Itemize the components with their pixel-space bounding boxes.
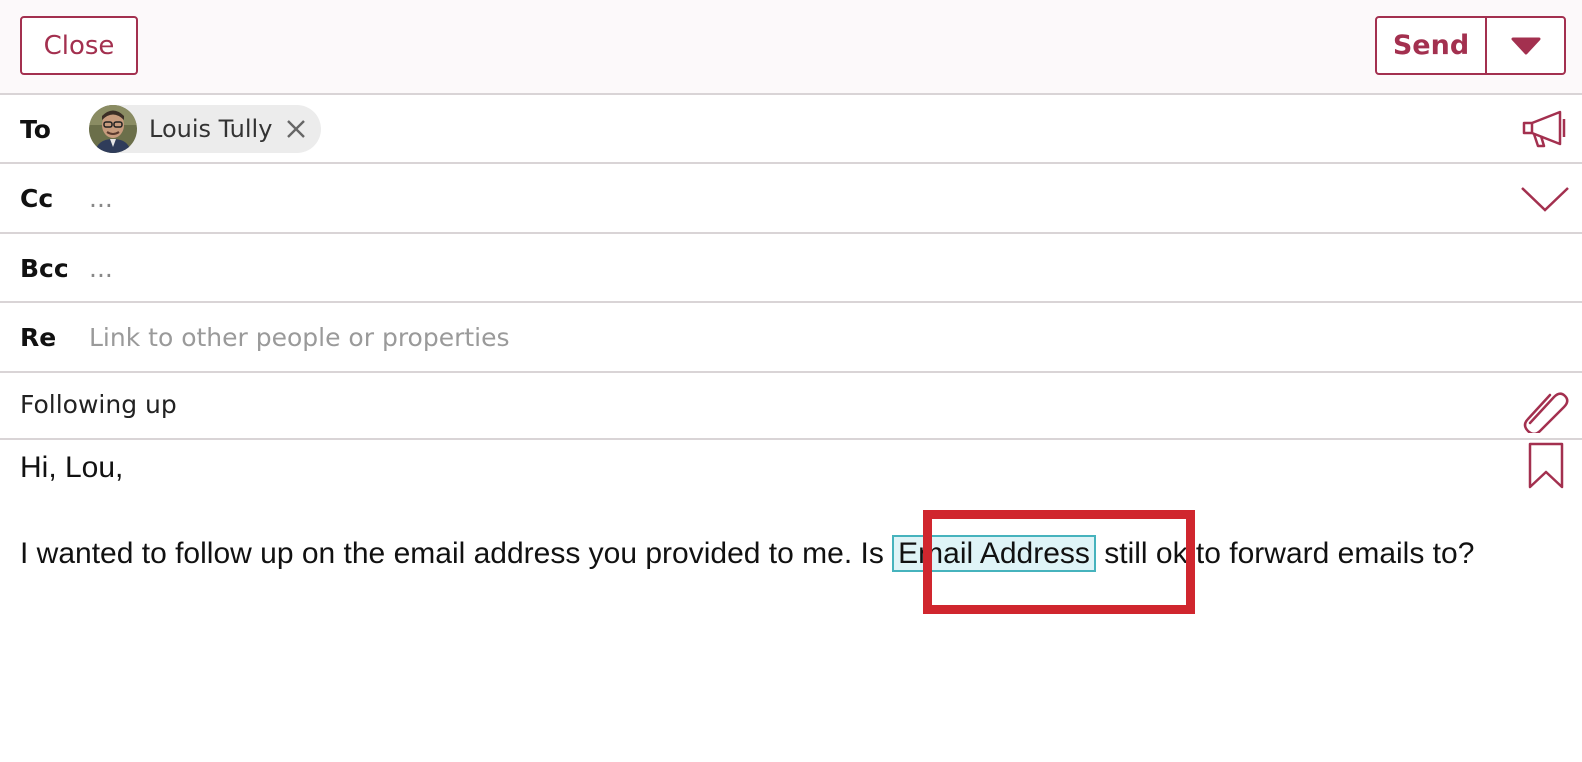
bcc-label: Bcc xyxy=(20,254,69,283)
re-input[interactable]: Link to other people or properties xyxy=(89,323,510,352)
recipient-name: Louis Tully xyxy=(149,115,273,143)
subject-row xyxy=(0,373,1582,440)
cc-field[interactable]: ... xyxy=(89,184,113,213)
bcc-row: Bcc ... xyxy=(0,234,1582,303)
message-after: still ok to forward emails to? xyxy=(1095,537,1475,570)
megaphone-icon xyxy=(1522,110,1566,148)
cc-label: Cc xyxy=(20,184,54,213)
send-button[interactable]: Send xyxy=(1377,18,1487,73)
paperclip-icon xyxy=(1523,392,1569,436)
remove-recipient-button[interactable] xyxy=(286,119,306,139)
subject-input[interactable]: Following up xyxy=(20,390,177,419)
to-label: To xyxy=(20,115,51,144)
avatar xyxy=(89,105,137,153)
close-button[interactable]: Close xyxy=(20,16,138,75)
recipient-chip[interactable]: Louis Tully xyxy=(89,105,321,153)
bcc-field[interactable]: ... xyxy=(89,254,113,283)
to-row: To Louis Tully xyxy=(0,95,1582,164)
send-button-group: Send xyxy=(1375,16,1566,75)
re-row: Re Link to other people or properties xyxy=(0,303,1582,373)
merge-field-token[interactable]: Email Address xyxy=(892,535,1096,572)
message-body[interactable]: Hi, Lou, I wanted to follow up on the em… xyxy=(20,446,1520,576)
close-icon xyxy=(287,120,306,138)
send-options-button[interactable] xyxy=(1487,18,1564,73)
caret-down-icon xyxy=(1511,37,1540,54)
cc-row: Cc ... xyxy=(0,164,1582,234)
message-text: I wanted to follow up on the email addre… xyxy=(20,532,1520,576)
template-button[interactable] xyxy=(1527,442,1565,495)
compose-toolbar: Close Send xyxy=(0,0,1582,95)
bookmark-icon xyxy=(1528,442,1564,489)
attach-button[interactable] xyxy=(1520,385,1570,438)
chevron-down-icon xyxy=(1521,187,1569,212)
message-before: I wanted to follow up on the email addre… xyxy=(20,537,893,570)
re-label: Re xyxy=(20,323,57,352)
expand-fields-button[interactable] xyxy=(1520,184,1570,219)
greeting-text: Hi, Lou, xyxy=(20,451,124,484)
broadcast-button[interactable] xyxy=(1520,109,1570,154)
